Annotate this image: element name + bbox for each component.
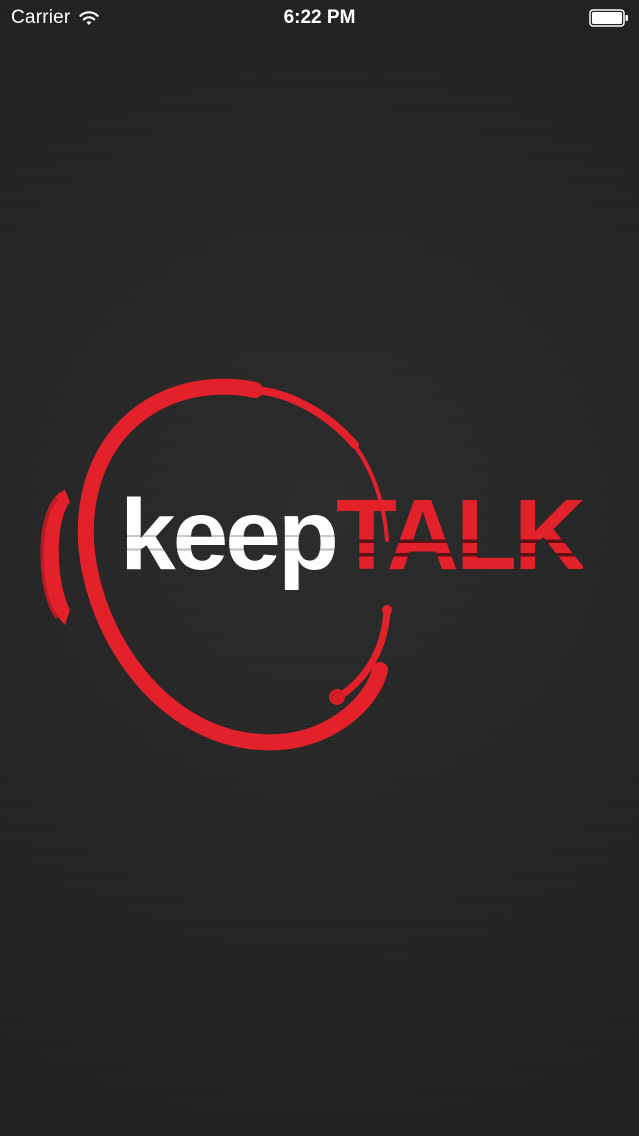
logo-text-keep: keep xyxy=(120,479,339,591)
battery-icon xyxy=(589,9,629,27)
app-logo: keepTALK xyxy=(25,370,625,760)
status-time: 6:22 PM xyxy=(283,7,356,28)
status-bar: Carrier 6:22 PM xyxy=(0,0,639,40)
logo-wordmark: keepTALK xyxy=(120,485,586,585)
logo-text-talk: TALK xyxy=(335,479,586,591)
splash-screen: Carrier 6:22 PM keepTALK xyxy=(0,0,639,1136)
